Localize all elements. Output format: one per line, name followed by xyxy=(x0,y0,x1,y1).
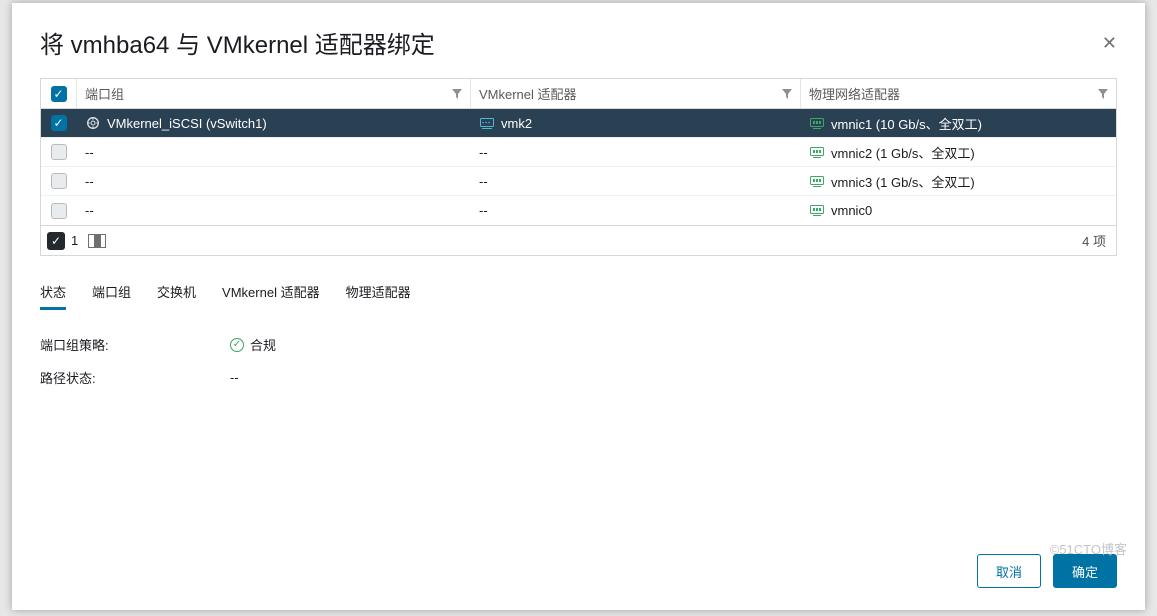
detail-row-path: 路径状态: -- xyxy=(40,362,1117,395)
header-physical-label: 物理网络适配器 xyxy=(809,84,900,103)
grid-footer: ✓ 1 4 项 xyxy=(40,226,1117,256)
header-vmkernel[interactable]: VMkernel 适配器 xyxy=(471,79,801,108)
dialog-footer: 取消 确定 xyxy=(12,538,1145,610)
table-row[interactable]: VMkernel_iSCSI (vSwitch1) vmk2 vmnic1 (1… xyxy=(41,109,1116,138)
status-details: 端口组策略: ✓ 合规 路径状态: -- xyxy=(40,329,1117,395)
close-button[interactable]: ✕ xyxy=(1102,34,1117,52)
cancel-button[interactable]: 取消 xyxy=(977,554,1041,588)
policy-value: 合规 xyxy=(250,335,276,354)
portgroup-icon xyxy=(85,115,101,131)
bind-vmkernel-dialog: 将 vmhba64 与 VMkernel 适配器绑定 ✕ 端口组 VMkerne… xyxy=(12,3,1145,610)
header-checkbox-cell[interactable] xyxy=(41,79,77,108)
tab-vmkernel[interactable]: VMkernel 适配器 xyxy=(222,282,320,310)
vmkernel-value: -- xyxy=(479,174,488,189)
vmkernel-value: -- xyxy=(479,145,488,160)
dialog-header: 将 vmhba64 与 VMkernel 适配器绑定 ✕ xyxy=(12,3,1145,78)
port-group-value: VMkernel_iSCSI (vSwitch1) xyxy=(107,116,267,131)
vmkernel-value: vmk2 xyxy=(501,116,532,131)
row-checkbox[interactable] xyxy=(51,144,67,160)
physical-value: vmnic0 xyxy=(831,203,872,218)
table-row[interactable]: -- -- vmnic3 (1 Gb/s、全双工) xyxy=(41,167,1116,196)
physical-value: vmnic3 (1 Gb/s、全双工) xyxy=(831,172,975,191)
row-checkbox[interactable] xyxy=(51,203,67,219)
row-checkbox[interactable] xyxy=(51,173,67,189)
header-vmkernel-label: VMkernel 适配器 xyxy=(479,84,577,103)
table-row[interactable]: -- -- vmnic0 xyxy=(41,196,1116,225)
path-label: 路径状态: xyxy=(40,368,230,387)
nic-icon xyxy=(809,173,825,189)
dialog-title: 将 vmhba64 与 VMkernel 适配器绑定 xyxy=(40,25,435,60)
ok-icon: ✓ xyxy=(230,338,244,352)
selected-indicator-icon: ✓ xyxy=(47,232,65,250)
physical-value: vmnic1 (10 Gb/s、全双工) xyxy=(831,114,982,133)
dialog-body: 端口组 VMkernel 适配器 物理网络适配器 xyxy=(12,78,1145,538)
header-port-group[interactable]: 端口组 xyxy=(77,79,471,108)
nic-icon xyxy=(809,115,825,131)
tab-physical[interactable]: 物理适配器 xyxy=(346,282,411,310)
nic-icon xyxy=(809,203,825,219)
port-group-value: -- xyxy=(85,203,94,218)
port-group-value: -- xyxy=(85,174,94,189)
detail-row-policy: 端口组策略: ✓ 合规 xyxy=(40,329,1117,362)
tab-switch[interactable]: 交换机 xyxy=(157,282,196,310)
select-all-checkbox[interactable] xyxy=(51,86,67,102)
row-checkbox[interactable] xyxy=(51,115,67,131)
header-physical[interactable]: 物理网络适配器 xyxy=(801,79,1116,108)
detail-tabs: 状态 端口组 交换机 VMkernel 适配器 物理适配器 xyxy=(40,282,1117,311)
total-count: 4 项 xyxy=(1082,231,1106,250)
header-port-group-label: 端口组 xyxy=(85,84,124,103)
filter-icon[interactable] xyxy=(452,89,462,99)
path-value: -- xyxy=(230,368,239,387)
filter-icon[interactable] xyxy=(782,89,792,99)
table-row[interactable]: -- -- vmnic2 (1 Gb/s、全双工) xyxy=(41,138,1116,167)
filter-icon[interactable] xyxy=(1098,89,1108,99)
column-picker-button[interactable] xyxy=(88,234,106,248)
vmkernel-value: -- xyxy=(479,203,488,218)
grid-header-row: 端口组 VMkernel 适配器 物理网络适配器 xyxy=(41,79,1116,109)
tab-port-group[interactable]: 端口组 xyxy=(92,282,131,310)
nic-icon xyxy=(809,144,825,160)
adapter-grid: 端口组 VMkernel 适配器 物理网络适配器 xyxy=(40,78,1117,226)
selected-count: 1 xyxy=(71,233,78,248)
policy-label: 端口组策略: xyxy=(40,335,230,354)
tab-status[interactable]: 状态 xyxy=(40,282,66,310)
vmkernel-icon xyxy=(479,115,495,131)
physical-value: vmnic2 (1 Gb/s、全双工) xyxy=(831,143,975,162)
ok-button[interactable]: 确定 xyxy=(1053,554,1117,588)
port-group-value: -- xyxy=(85,145,94,160)
